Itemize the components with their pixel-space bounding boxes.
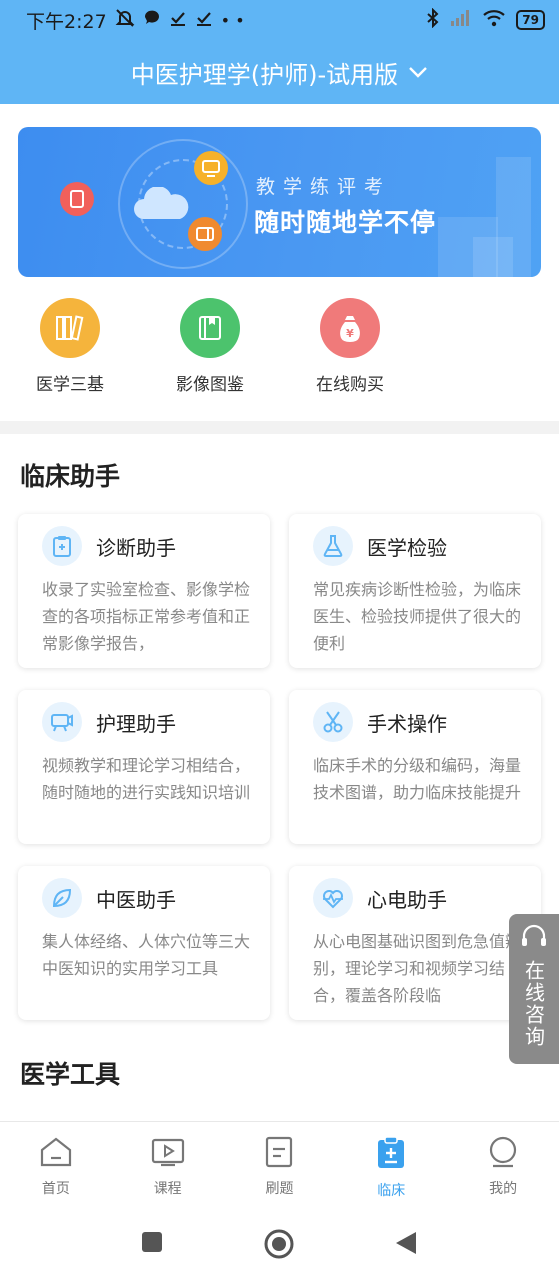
status-bar: 下午2:27 • • 79 [0, 0, 559, 40]
back-button[interactable] [394, 1230, 418, 1260]
signal-icon [450, 9, 472, 32]
money-bag-icon: ¥ [320, 298, 380, 358]
card-title: 诊断助手 [96, 535, 176, 560]
decor-tower [473, 237, 513, 277]
card-description: 集人体经络、人体穴位等三大中医知识的实用学习工具 [42, 932, 250, 978]
monitor-icon [194, 151, 228, 185]
card-title: 心电助手 [367, 887, 447, 912]
svg-text:¥: ¥ [346, 327, 354, 340]
card-description: 视频教学和理论学习相结合，随时随地的进行实践知识培训 [42, 756, 250, 802]
clipboard-icon [42, 526, 82, 566]
consult-label: 在线咨询 [521, 960, 546, 1048]
card-icon [188, 217, 222, 251]
mute-icon [115, 8, 135, 33]
quick-label: 在线购买 [316, 375, 384, 395]
tablet-icon [60, 182, 94, 216]
bottom-nav: 首页 课程 刷题 临床 我的 [0, 1121, 559, 1203]
nav-home[interactable]: 首页 [0, 1122, 112, 1203]
more-dots-icon: • • [220, 10, 245, 30]
card-description: 临床手术的分级和编码，海量技术图谱，助力临床技能提升 [313, 756, 521, 802]
card-nursing-assistant[interactable]: 护理助手 视频教学和理论学习相结合，随时随地的进行实践知识培训 [18, 690, 270, 844]
status-time: 下午2:27 [26, 10, 107, 33]
nav-label: 我的 [489, 1181, 518, 1197]
wifi-icon [482, 9, 506, 32]
page-title: 中医护理学(护师)-试用版 [130, 60, 399, 89]
card-description: 常见疾病诊断性检验，为临床医生、检验技师提供了很大的便利 [313, 580, 521, 653]
home-icon [39, 1136, 73, 1172]
course-selector[interactable]: 中医护理学(护师)-试用版 [0, 40, 559, 104]
leaf-icon [42, 878, 82, 918]
card-diagnosis-assistant[interactable]: 诊断助手 收录了实验室检查、影像学检查的各项指标正常参考值和正常影像学报告， [18, 514, 270, 668]
banner-title: 随时随地学不停 [254, 208, 437, 237]
card-lab-test[interactable]: 医学检验 常见疾病诊断性检验，为临床医生、检验技师提供了很大的便利 [289, 514, 541, 668]
nav-label: 刷题 [265, 1181, 294, 1197]
check-underline-icon [169, 9, 187, 32]
quick-item-online-purchase[interactable]: ¥ 在线购买 [295, 298, 405, 395]
flask-icon [313, 526, 353, 566]
video-camera-icon [42, 702, 82, 742]
quick-item-image-atlas[interactable]: 影像图鉴 [155, 298, 265, 395]
quick-access: 医学三基 影像图鉴 ¥ 在线购买 [0, 298, 559, 408]
promo-banner[interactable]: 教学练评考 随时随地学不停 [18, 127, 541, 277]
headset-icon [520, 924, 548, 954]
nav-label: 首页 [41, 1181, 70, 1197]
section-title-tools: 医学工具 [20, 1060, 121, 1089]
nav-label: 临床 [377, 1183, 406, 1199]
books-icon [40, 298, 100, 358]
quick-label: 影像图鉴 [176, 375, 244, 395]
chevron-down-icon [408, 62, 428, 83]
nav-clinical[interactable]: 临床 [335, 1122, 447, 1203]
card-description: 收录了实验室检查、影像学检查的各项指标正常参考值和正常影像学报告， [42, 580, 250, 653]
online-consult-button[interactable]: 在线咨询 [509, 914, 559, 1064]
card-title: 护理助手 [96, 711, 176, 736]
check-underline-icon [195, 9, 213, 32]
clinical-clipboard-icon [376, 1136, 406, 1174]
card-ecg-assistant[interactable]: 心电助手 从心电图基础识图到危急值辨别，理论学习和视频学习结合，覆盖各阶段临 [289, 866, 541, 1020]
bluetooth-icon [426, 7, 440, 33]
section-divider [0, 421, 559, 434]
home-button[interactable] [263, 1228, 295, 1264]
play-icon [151, 1136, 185, 1172]
card-title: 中医助手 [96, 887, 176, 912]
system-nav-bar [0, 1203, 559, 1280]
card-title: 医学检验 [367, 535, 447, 560]
nav-label: 课程 [153, 1181, 182, 1197]
document-icon [264, 1136, 294, 1172]
banner-subtitle: 教学练评考 [256, 176, 392, 198]
nav-practice[interactable]: 刷题 [224, 1122, 336, 1203]
card-title: 手术操作 [367, 711, 447, 736]
chat-bubble-icon [143, 9, 161, 32]
card-tcm-assistant[interactable]: 中医助手 集人体经络、人体穴位等三大中医知识的实用学习工具 [18, 866, 270, 1020]
album-icon [180, 298, 240, 358]
nav-profile[interactable]: 我的 [447, 1122, 559, 1203]
heartbeat-icon [313, 878, 353, 918]
battery-indicator: 79 [516, 10, 545, 30]
card-surgery[interactable]: 手术操作 临床手术的分级和编码，海量技术图谱，助力临床技能提升 [289, 690, 541, 844]
user-icon [487, 1136, 519, 1172]
section-title-clinical: 临床助手 [20, 462, 121, 491]
quick-label: 医学三基 [36, 375, 104, 395]
quick-item-medical-basics[interactable]: 医学三基 [15, 298, 125, 395]
scissors-icon [313, 702, 353, 742]
recent-apps-button[interactable] [141, 1231, 163, 1257]
card-description: 从心电图基础识图到危急值辨别，理论学习和视频学习结合，覆盖各阶段临 [313, 932, 521, 1005]
nav-courses[interactable]: 课程 [112, 1122, 224, 1203]
cloud-icon [132, 186, 192, 225]
